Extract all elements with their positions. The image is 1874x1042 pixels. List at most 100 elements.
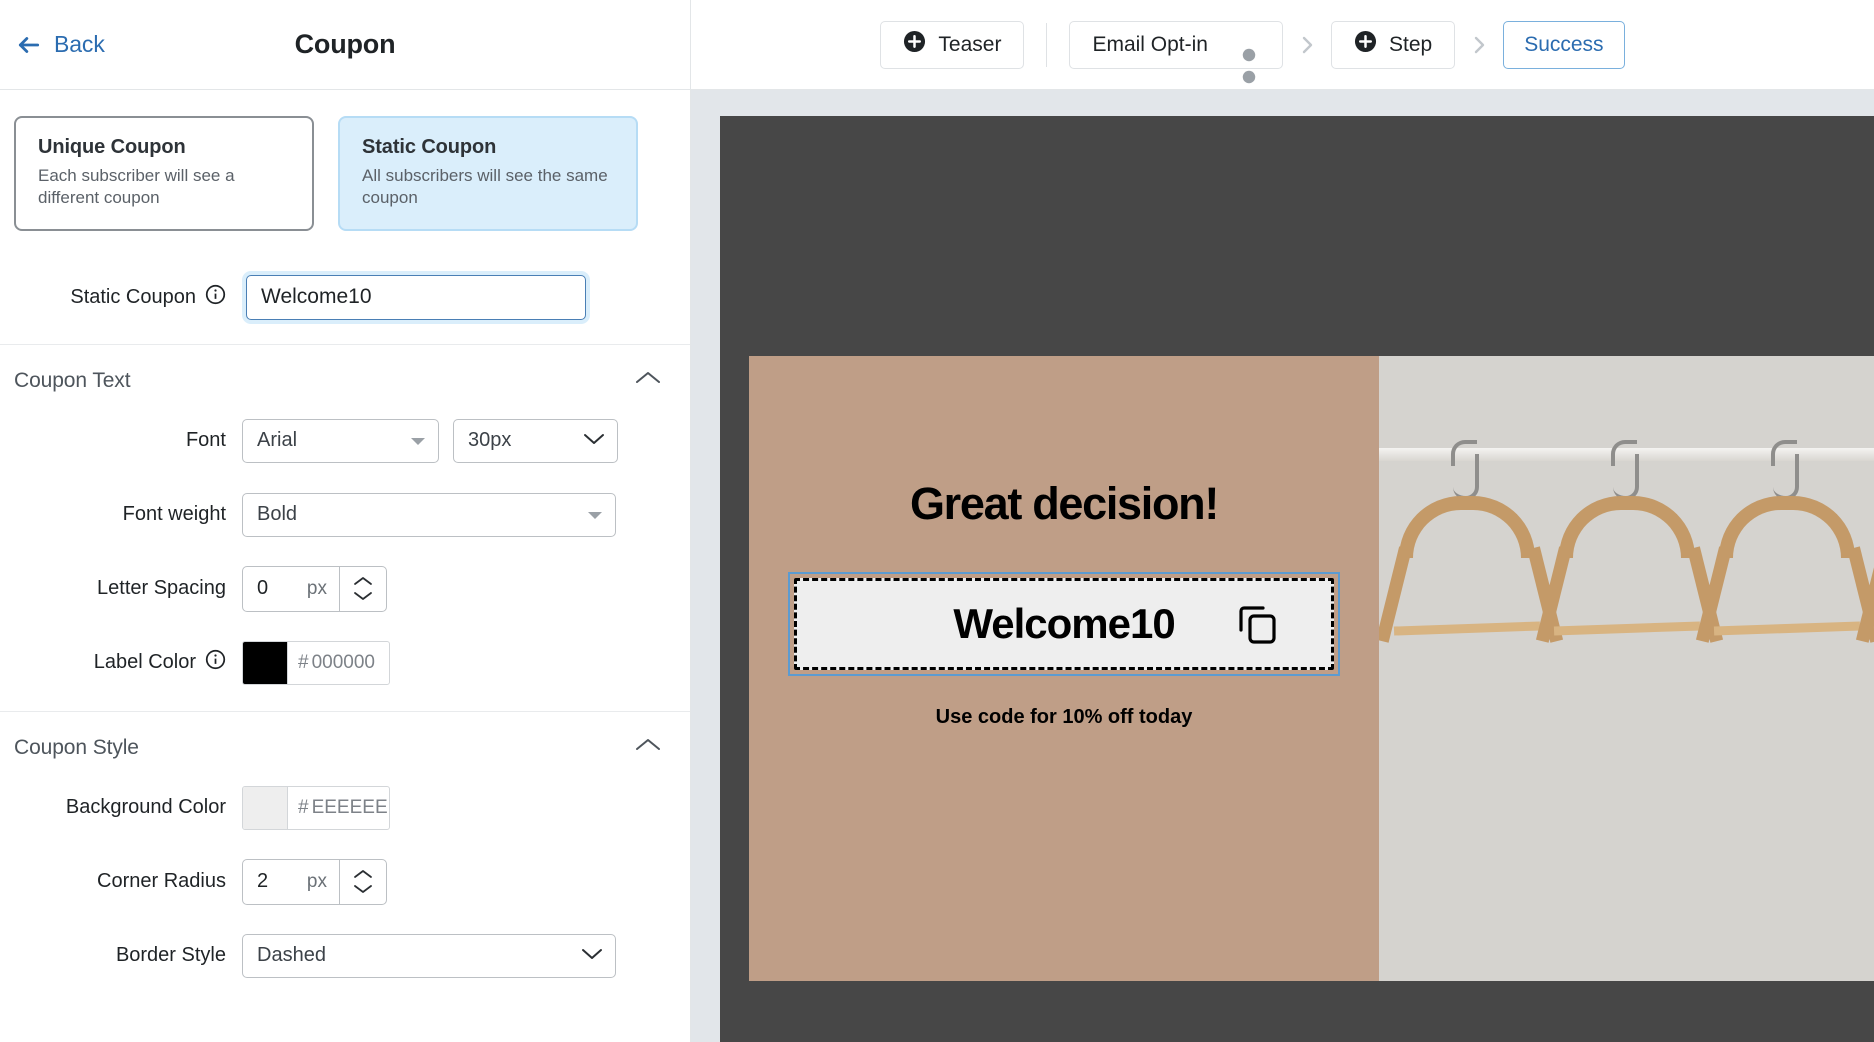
background-color-swatch[interactable] [243, 787, 287, 829]
chevron-down-icon[interactable] [352, 883, 374, 895]
plus-circle-icon [1354, 30, 1377, 59]
teaser-label: Teaser [938, 33, 1001, 57]
font-family-value: Arial [257, 429, 297, 452]
back-button[interactable]: Back [16, 31, 105, 58]
corner-radius-stepper-buttons[interactable] [339, 860, 386, 904]
static-coupon-label-group: Static Coupon [14, 284, 242, 311]
font-family-select[interactable]: Arial [242, 419, 439, 463]
popup-preview: Great decision! Welcome10 [720, 116, 1874, 1042]
font-size-select[interactable]: 30px [453, 419, 618, 463]
add-teaser-button[interactable]: Teaser [880, 21, 1024, 69]
chevron-up-icon[interactable] [352, 868, 374, 880]
coupon-editor-app: Back Coupon Unique Coupon Each subscribe… [0, 0, 1874, 1042]
static-coupon-input[interactable] [246, 275, 586, 320]
letter-spacing-row: Letter Spacing 0 px [0, 563, 690, 615]
popup-text-side: Great decision! Welcome10 [749, 356, 1379, 981]
step-toolbar: Teaser Email Opt-in Step [691, 0, 1874, 90]
font-weight-row: Font weight Bold [0, 489, 690, 541]
success-step-button[interactable]: Success [1503, 21, 1624, 69]
label-color-label: Label Color [94, 651, 196, 674]
more-vertical-icon[interactable] [1238, 33, 1260, 57]
coupon-element-selection[interactable]: Welcome10 [788, 572, 1340, 676]
background-color-row: Background Color # EEEEEE [0, 782, 690, 834]
success-label: Success [1524, 33, 1603, 57]
hanger-icon [1719, 454, 1860, 633]
toolbar-divider [1046, 23, 1047, 67]
corner-radius-unit: px [307, 860, 339, 904]
panel-header: Back Coupon [0, 0, 690, 90]
hero-title: Great decision! [910, 478, 1218, 530]
copy-icon[interactable] [1235, 602, 1279, 646]
coupon-type-options: Unique Coupon Each subscriber will see a… [0, 90, 690, 257]
letter-spacing-value[interactable]: 0 [243, 567, 307, 611]
background-color-hash: # [298, 797, 309, 819]
panel-body: Unique Coupon Each subscriber will see a… [0, 90, 690, 982]
popup-image-side [1379, 356, 1874, 981]
letter-spacing-label: Letter Spacing [14, 577, 242, 600]
font-label: Font [14, 429, 242, 452]
label-color-hash: # [298, 652, 309, 674]
section-coupon-text-header[interactable]: Coupon Text [0, 345, 690, 415]
preview-canvas: Great decision! Welcome10 [691, 90, 1874, 1042]
step-label: Step [1389, 33, 1432, 57]
chevron-right-icon [1290, 33, 1324, 57]
chevron-up-icon[interactable] [634, 369, 662, 392]
chevron-up-icon[interactable] [352, 575, 374, 587]
coupon-type-unique-subtitle: Each subscriber will see a different cou… [38, 165, 290, 209]
coupon-code-text: Welcome10 [953, 600, 1174, 648]
font-weight-value: Bold [257, 503, 297, 526]
background-color-hex-input[interactable]: # EEEEEE [287, 787, 389, 829]
chevron-up-icon[interactable] [634, 736, 662, 759]
chevron-down-icon [587, 503, 603, 526]
static-coupon-focus-ring [242, 271, 590, 324]
border-style-label: Border Style [14, 944, 242, 967]
email-optin-label: Email Opt-in [1092, 33, 1208, 57]
hanger-bar [1394, 621, 1540, 635]
hanger-top [1399, 496, 1535, 558]
email-optin-step-button[interactable]: Email Opt-in [1069, 21, 1283, 69]
static-coupon-label: Static Coupon [70, 286, 196, 309]
hero-subtext: Use code for 10% off today [936, 706, 1193, 729]
section-coupon-text-title: Coupon Text [14, 369, 130, 393]
letter-spacing-stepper-buttons[interactable] [339, 567, 386, 611]
hanger-bar [1714, 621, 1860, 635]
label-color-hex-input[interactable]: # 000000 [287, 642, 389, 684]
border-style-value: Dashed [257, 944, 326, 967]
hanger-icon [1399, 454, 1540, 633]
chevron-down-icon [581, 944, 603, 967]
font-weight-select[interactable]: Bold [242, 493, 616, 537]
info-icon[interactable] [205, 649, 226, 676]
coupon-type-static[interactable]: Static Coupon All subscribers will see t… [338, 116, 638, 231]
chevron-down-icon[interactable] [352, 590, 374, 602]
section-coupon-style-title: Coupon Style [14, 736, 139, 760]
border-style-select[interactable]: Dashed [242, 934, 616, 978]
corner-radius-stepper[interactable]: 2 px [242, 859, 387, 905]
letter-spacing-stepper[interactable]: 0 px [242, 566, 387, 612]
settings-panel: Back Coupon Unique Coupon Each subscribe… [0, 0, 691, 1042]
plus-circle-icon [903, 30, 926, 59]
background-color-value: EEEEEE [312, 797, 388, 819]
corner-radius-value[interactable]: 2 [243, 860, 307, 904]
coupon-type-unique-title: Unique Coupon [38, 136, 290, 159]
popup-content: Great decision! Welcome10 [749, 356, 1874, 981]
label-color-field[interactable]: # 000000 [242, 641, 390, 685]
chevron-down-icon [410, 429, 426, 452]
hanger-top [1719, 496, 1855, 558]
background-color-label: Background Color [14, 796, 242, 819]
add-step-button[interactable]: Step [1331, 21, 1455, 69]
label-color-label-group: Label Color [14, 649, 242, 676]
info-icon[interactable] [205, 284, 226, 311]
border-style-row: Border Style Dashed [0, 930, 690, 982]
label-color-swatch[interactable] [243, 642, 287, 684]
letter-spacing-unit: px [307, 567, 339, 611]
chevron-down-icon [583, 429, 605, 452]
coupon-type-unique[interactable]: Unique Coupon Each subscriber will see a… [14, 116, 314, 231]
background-color-field[interactable]: # EEEEEE [242, 786, 390, 830]
corner-radius-row: Corner Radius 2 px [0, 856, 690, 908]
corner-radius-label: Corner Radius [14, 870, 242, 893]
section-coupon-style-header[interactable]: Coupon Style [0, 712, 690, 782]
coupon-display-box[interactable]: Welcome10 [794, 578, 1334, 670]
hanger-hook [1773, 454, 1799, 500]
hanger-hook [1453, 454, 1479, 500]
font-size-value: 30px [468, 429, 511, 452]
